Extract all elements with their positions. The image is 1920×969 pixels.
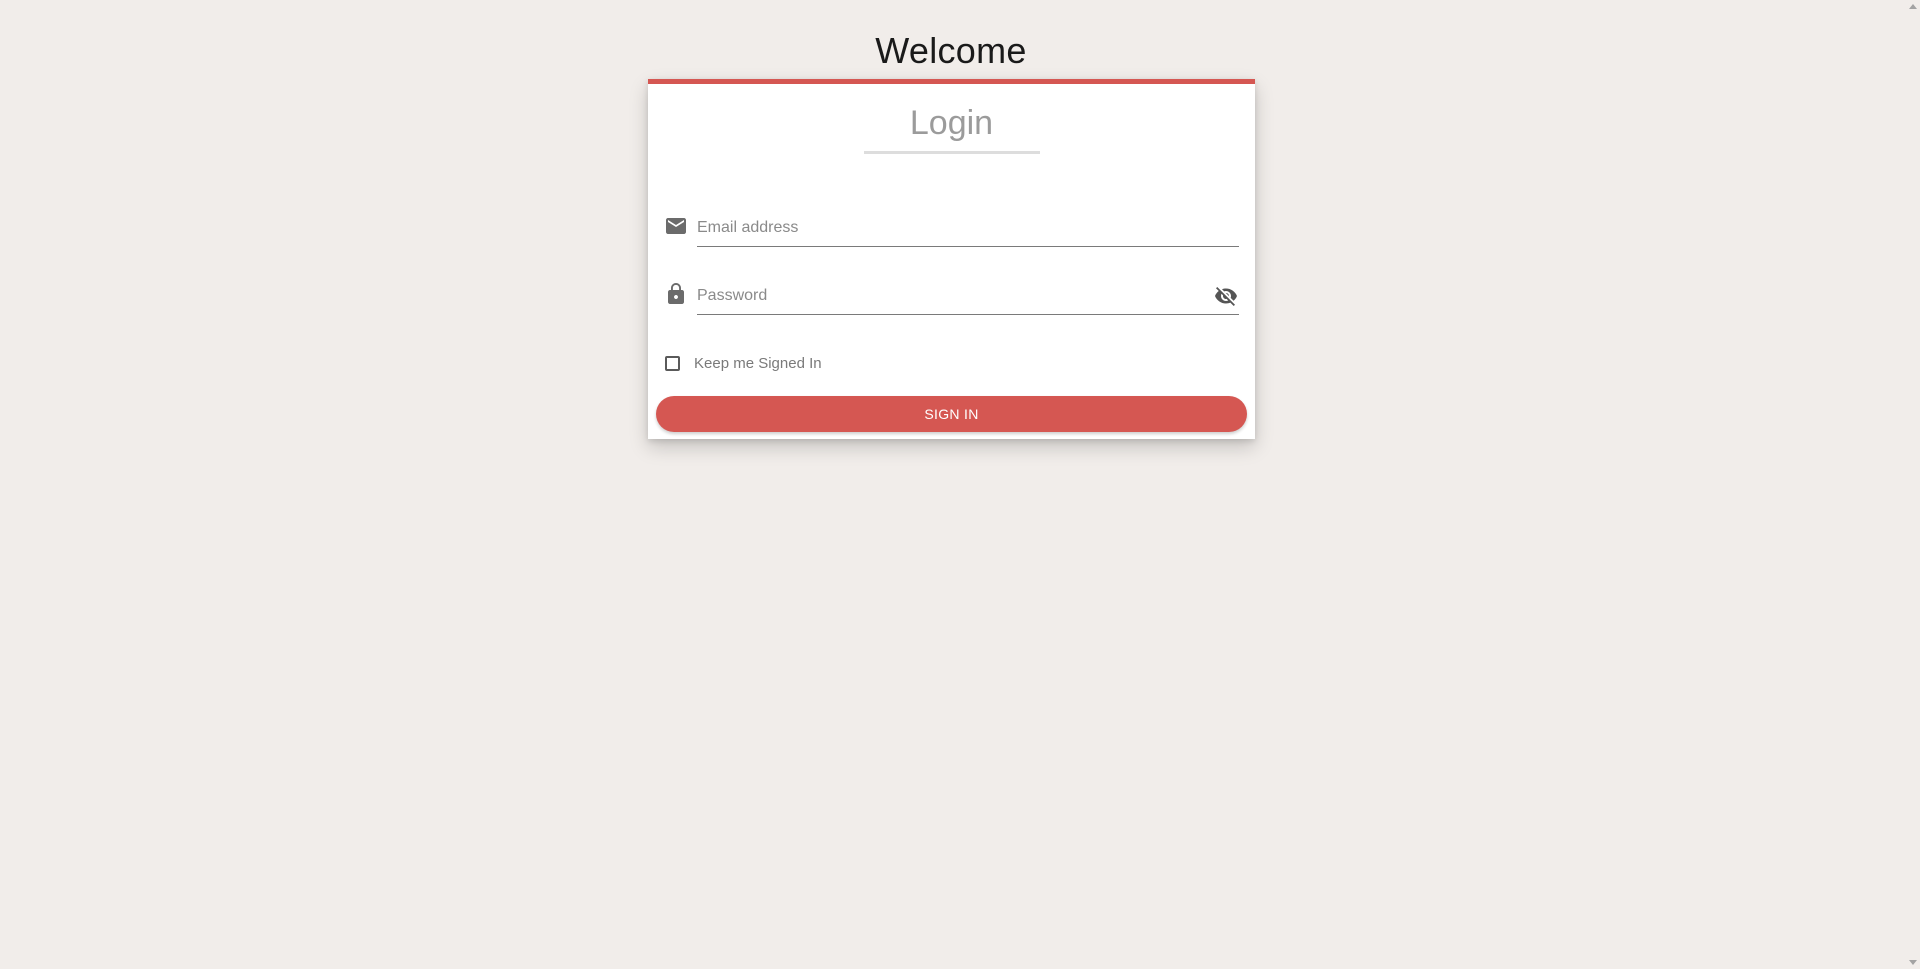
email-field	[664, 206, 1239, 247]
remember-me-label: Keep me Signed In	[694, 354, 822, 372]
title-underline	[864, 151, 1040, 154]
remember-me: Keep me Signed In	[665, 351, 822, 375]
remember-me-checkbox[interactable]	[665, 355, 680, 371]
sign-in-button[interactable]: SIGN IN	[656, 396, 1247, 432]
email-input[interactable]	[697, 216, 1239, 240]
login-card: Login Email address Keep me Signed In SI…	[648, 79, 1255, 439]
card-title: Login	[909, 104, 994, 142]
scroll-up-arrow-icon[interactable]	[1909, 4, 1917, 9]
password-field	[664, 274, 1239, 315]
visibility-off-icon[interactable]	[1213, 284, 1239, 308]
password-input-wrapper	[697, 274, 1239, 315]
lock-icon	[664, 282, 688, 306]
email-icon	[664, 214, 688, 238]
password-input[interactable]	[697, 284, 1239, 308]
login-page: Welcome Login Email address Keep me Sign…	[0, 0, 1920, 969]
email-input-wrapper	[697, 206, 1239, 247]
scroll-down-arrow-icon[interactable]	[1909, 960, 1917, 965]
page-heading: Welcome	[875, 30, 1027, 71]
